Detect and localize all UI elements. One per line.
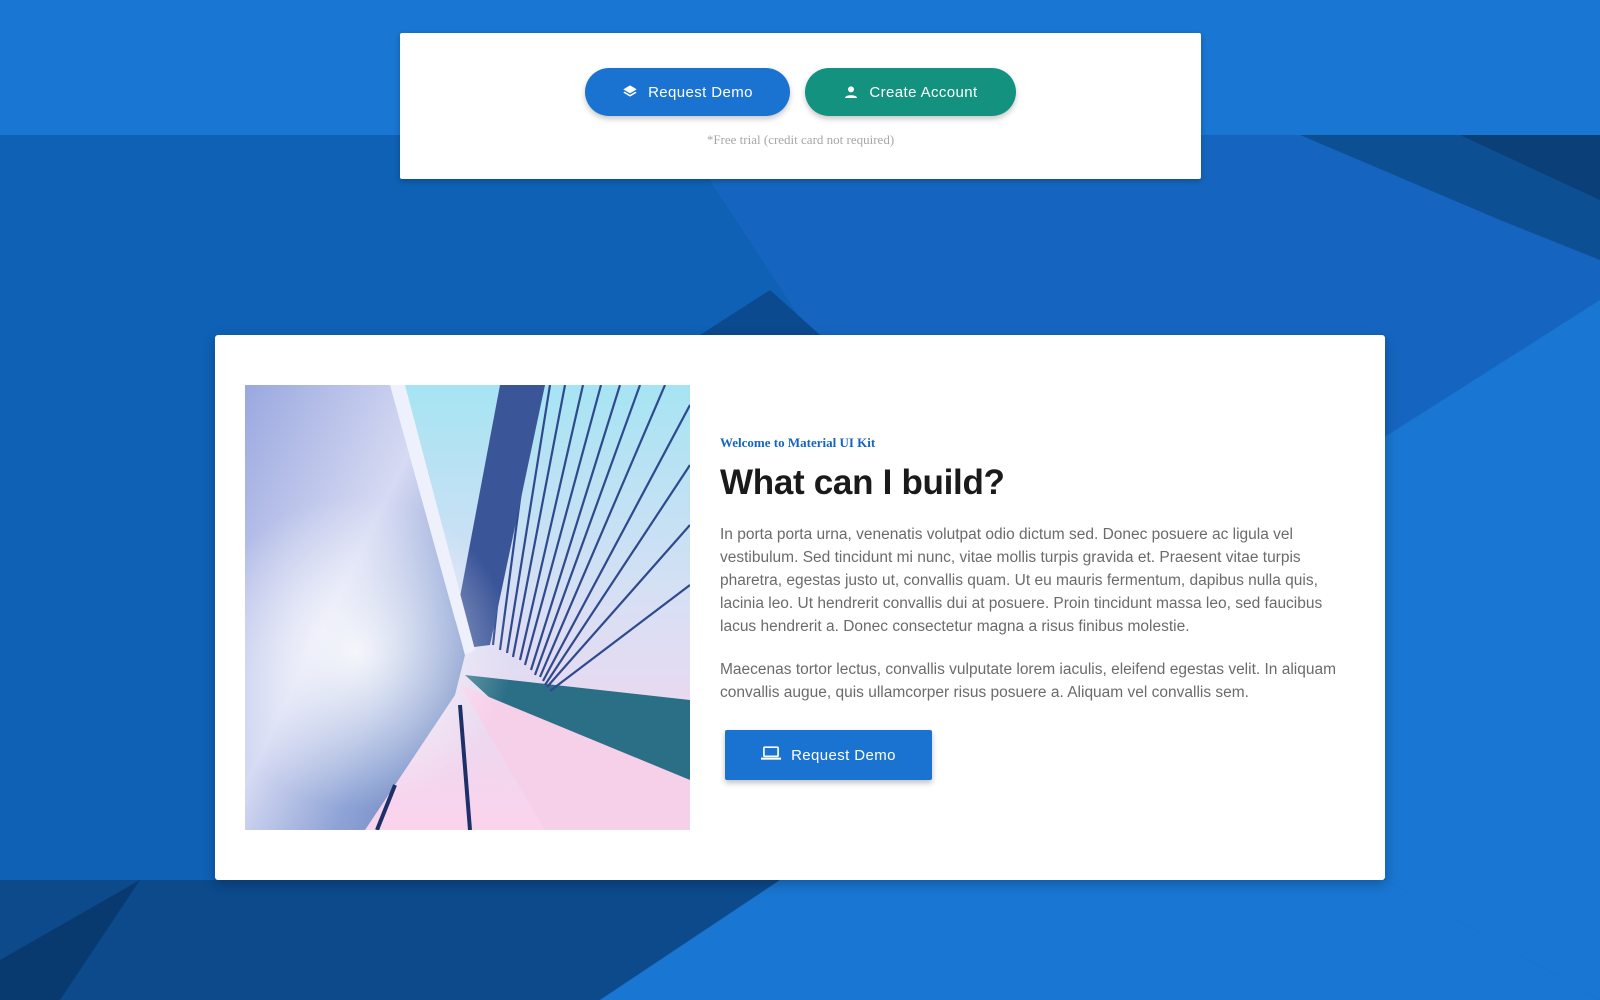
layers-icon	[622, 84, 638, 100]
create-account-label: Create Account	[869, 83, 978, 101]
person-icon	[843, 84, 859, 100]
eyebrow-text: Welcome to Material UI Kit	[720, 435, 876, 450]
bridge-photo	[245, 385, 690, 830]
free-trial-note: *Free trial (credit card not required)	[706, 132, 895, 147]
create-account-button[interactable]: Create Account	[805, 68, 1016, 116]
body-paragraph: Maecenas tortor lectus, convallis vulput…	[720, 661, 1337, 701]
request-demo-cta-button[interactable]: Request Demo	[725, 730, 932, 780]
feature-content: Welcome to Material UI Kit What can I bu…	[720, 435, 1360, 780]
body-paragraph: In porta porta urna, venenatis volutpat …	[720, 526, 1323, 635]
laptop-icon	[761, 745, 782, 765]
cta-card: Request Demo Create Account *Free trial …	[400, 33, 1201, 179]
page-title: What can I build?	[720, 463, 1005, 502]
cta-button-row: Request Demo Create Account	[400, 68, 1201, 116]
feature-card: Welcome to Material UI Kit What can I bu…	[215, 335, 1385, 880]
request-demo-button[interactable]: Request Demo	[585, 68, 790, 116]
request-demo-cta-label: Request Demo	[791, 746, 896, 764]
request-demo-label: Request Demo	[648, 83, 753, 101]
